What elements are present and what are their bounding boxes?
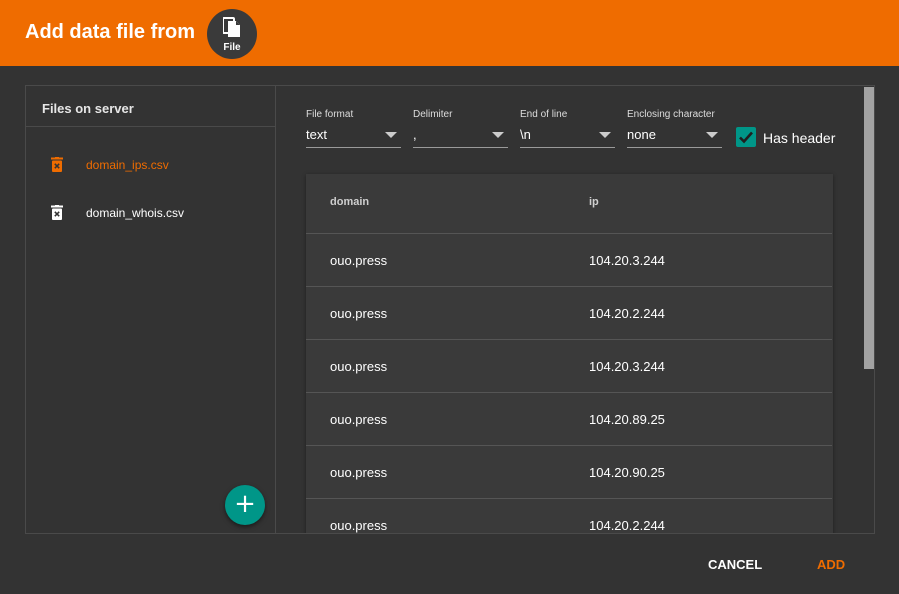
- table-row: ouo.press 104.20.89.25: [306, 392, 832, 445]
- checkmark-icon: [739, 131, 753, 144]
- field-value: text: [306, 127, 327, 142]
- file-format-select[interactable]: File format text: [306, 109, 401, 149]
- field-label: End of line: [520, 109, 568, 120]
- plus-icon: +: [234, 489, 256, 519]
- data-preview-table: domain ip ouo.press 104.20.3.244 ouo.pre…: [306, 174, 833, 533]
- dropdown-arrow-icon: [599, 132, 611, 138]
- cell-domain: ouo.press: [330, 253, 388, 268]
- dropdown-arrow-icon: [706, 132, 718, 138]
- dialog-title: Add data file from: [25, 21, 196, 43]
- enclosing-character-select[interactable]: Enclosing character none: [627, 109, 722, 149]
- add-button[interactable]: ADD: [817, 557, 845, 572]
- cell-ip: 104.20.3.244: [589, 359, 665, 374]
- field-value: \n: [520, 127, 531, 142]
- field-label: Enclosing character: [627, 109, 715, 120]
- files-panel-title: Files on server: [42, 101, 134, 116]
- has-header-label: Has header: [763, 130, 836, 146]
- field-underline: [627, 147, 722, 148]
- dialog-body: Files on server domain_ips.csv domain_wh…: [25, 85, 875, 534]
- add-file-button[interactable]: +: [225, 485, 265, 525]
- end-of-line-select[interactable]: End of line \n: [520, 109, 615, 149]
- dropdown-arrow-icon: [385, 132, 397, 138]
- cell-ip: 104.20.3.244: [589, 253, 665, 268]
- column-header-domain: domain: [330, 196, 370, 208]
- field-label: File format: [306, 109, 354, 120]
- cell-domain: ouo.press: [330, 518, 388, 533]
- cell-domain: ouo.press: [330, 412, 388, 427]
- cell-domain: ouo.press: [330, 306, 388, 321]
- file-item-domain-whois[interactable]: domain_whois.csv: [26, 193, 276, 233]
- column-header-ip: ip: [589, 196, 599, 208]
- field-underline: [520, 147, 615, 148]
- file-options-panel: File format text Delimiter , End of line…: [276, 86, 874, 533]
- source-file-button[interactable]: File: [207, 9, 257, 59]
- field-value: ,: [413, 127, 417, 142]
- files-on-server-panel: Files on server domain_ips.csv domain_wh…: [26, 86, 276, 533]
- has-header-checkbox[interactable]: [736, 127, 756, 147]
- divider: [26, 126, 276, 127]
- cell-ip: 104.20.2.244: [589, 518, 665, 533]
- file-item-domain-ips[interactable]: domain_ips.csv: [26, 145, 276, 185]
- table-row: ouo.press 104.20.3.244: [306, 233, 832, 286]
- field-underline: [306, 147, 401, 148]
- dropdown-arrow-icon: [492, 132, 504, 138]
- file-name: domain_ips.csv: [86, 158, 169, 172]
- cancel-button[interactable]: CANCEL: [708, 557, 762, 572]
- field-value: none: [627, 127, 656, 142]
- scrollbar-thumb[interactable]: [864, 87, 874, 369]
- field-label: Delimiter: [413, 109, 453, 120]
- cell-domain: ouo.press: [330, 465, 388, 480]
- table-row: ouo.press 104.20.3.244: [306, 339, 832, 392]
- cell-ip: 104.20.2.244: [589, 306, 665, 321]
- cell-ip: 104.20.89.25: [589, 412, 665, 427]
- delete-file-icon[interactable]: [51, 205, 63, 220]
- cell-domain: ouo.press: [330, 359, 388, 374]
- delete-file-icon[interactable]: [51, 157, 63, 172]
- source-label: File: [223, 42, 241, 53]
- vertical-scrollbar[interactable]: [864, 86, 874, 533]
- table-row: ouo.press 104.20.2.244: [306, 498, 832, 533]
- table-row: ouo.press 104.20.2.244: [306, 286, 832, 339]
- delimiter-select[interactable]: Delimiter ,: [413, 109, 508, 149]
- field-underline: [413, 147, 508, 148]
- table-row: ouo.press 104.20.90.25: [306, 445, 832, 498]
- dialog-header: Add data file from File: [0, 0, 899, 66]
- cell-ip: 104.20.90.25: [589, 465, 665, 480]
- file-name: domain_whois.csv: [86, 206, 185, 220]
